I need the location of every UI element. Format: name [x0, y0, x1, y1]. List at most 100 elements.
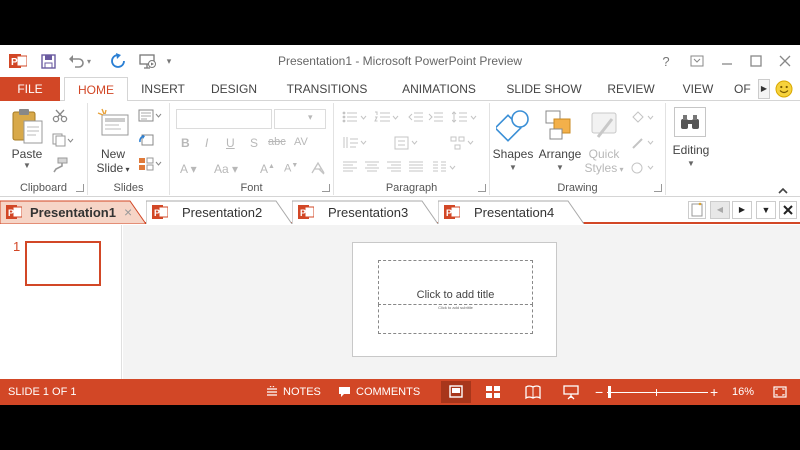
font-launcher-icon[interactable] — [322, 184, 330, 192]
doc-tab-4[interactable]: P Presentation4 — [438, 200, 584, 224]
quick-styles-dropdown-icon[interactable]: ▾ — [617, 165, 623, 174]
slide-canvas[interactable]: Click to add title Click to add subtitle — [352, 242, 557, 357]
paste-dropdown-icon[interactable]: ▼ — [6, 161, 48, 170]
arrange-icon[interactable] — [542, 107, 576, 143]
editing-dropdown-icon[interactable]: ▼ — [666, 159, 716, 168]
quick-styles-icon[interactable] — [588, 109, 620, 143]
minimize-icon[interactable] — [716, 51, 738, 71]
numbering-icon[interactable] — [374, 111, 400, 126]
fit-slide-to-window-icon[interactable] — [772, 384, 788, 400]
new-slide-label-1[interactable]: New — [90, 147, 136, 161]
text-shadow-icon[interactable]: S — [250, 136, 258, 150]
increase-indent-icon[interactable] — [428, 111, 444, 126]
shape-outline-icon[interactable] — [630, 136, 656, 153]
format-painter-icon[interactable] — [52, 157, 68, 176]
tab-transitions[interactable]: TRANSITIONS — [283, 77, 371, 101]
quick-styles-button[interactable]: Styles ▾ — [582, 161, 626, 175]
shapes-dropdown-icon[interactable]: ▼ — [490, 163, 536, 172]
character-spacing-icon[interactable]: AV — [294, 136, 308, 148]
tab-design[interactable]: DESIGN — [206, 77, 262, 101]
smiley-feedback-icon[interactable] — [775, 80, 793, 98]
subtitle-placeholder[interactable]: Click to add subtitle — [378, 304, 533, 334]
new-slide-dropdown-icon[interactable]: ▾ — [123, 165, 129, 174]
help-button[interactable]: ? — [655, 51, 677, 71]
shapes-button[interactable]: Shapes — [490, 147, 536, 161]
zoom-out-button[interactable]: − — [595, 379, 603, 405]
paragraph-launcher-icon[interactable] — [478, 184, 486, 192]
slide-show-icon[interactable] — [562, 384, 580, 400]
new-slide-icon[interactable] — [96, 107, 130, 141]
ribbon-display-options-icon[interactable] — [686, 51, 708, 71]
title-placeholder[interactable]: Click to add title — [378, 260, 533, 305]
cut-icon[interactable] — [52, 109, 68, 126]
arrange-button[interactable]: Arrange — [536, 147, 584, 161]
zoom-slider-track[interactable] — [607, 392, 708, 393]
arrange-dropdown-icon[interactable]: ▼ — [536, 163, 584, 172]
justify-icon[interactable] — [408, 161, 424, 176]
find-binoculars-icon[interactable] — [674, 107, 706, 137]
align-left-icon[interactable] — [342, 161, 358, 176]
drawing-launcher-icon[interactable] — [654, 184, 662, 192]
reading-view-icon[interactable] — [524, 384, 542, 400]
decrease-indent-icon[interactable] — [408, 111, 424, 126]
zoom-slider-thumb[interactable] — [608, 386, 611, 398]
tab-list-dropdown-icon[interactable]: ▼ — [756, 201, 776, 219]
scroll-tabs-right-icon[interactable]: ▶ — [732, 201, 752, 219]
doc-tab-1[interactable]: P Presentation1 × — [0, 200, 146, 224]
bullets-icon[interactable] — [342, 111, 368, 126]
quick-styles-label-1[interactable]: Quick — [584, 147, 624, 161]
tab-insert[interactable]: INSERT — [138, 77, 188, 101]
tab-scroll-right-icon[interactable]: ▶ — [758, 79, 770, 99]
reset-slide-icon[interactable] — [138, 133, 154, 150]
editing-button[interactable]: Editing — [662, 143, 720, 157]
comments-button[interactable]: COMMENTS — [338, 379, 420, 405]
font-size-dropdown-icon[interactable]: ▾ — [308, 112, 313, 123]
clipboard-launcher-icon[interactable] — [76, 184, 84, 192]
slide-sorter-icon[interactable] — [484, 384, 502, 400]
columns-icon[interactable] — [432, 161, 458, 176]
tab-file[interactable]: FILE — [0, 77, 60, 101]
tab-home[interactable]: HOME — [64, 77, 128, 102]
tab-view[interactable]: VIEW — [676, 77, 720, 101]
bold-icon[interactable]: B — [181, 136, 190, 150]
paste-button[interactable]: Paste — [6, 147, 48, 161]
zoom-level[interactable]: 16% — [732, 379, 754, 405]
doc-tab-3[interactable]: P Presentation3 — [292, 200, 438, 224]
new-slide-button[interactable]: Slide ▾ — [90, 161, 136, 175]
normal-view-button[interactable] — [441, 381, 471, 403]
change-case-icon[interactable]: Aa ▾ — [214, 162, 238, 176]
close-tab-icon[interactable]: × — [124, 204, 132, 220]
shape-effects-icon[interactable] — [630, 161, 656, 178]
text-direction-icon[interactable] — [342, 136, 368, 153]
slide-thumbnail[interactable] — [25, 241, 101, 286]
increase-font-size-icon[interactable]: A▲ — [260, 162, 275, 176]
align-right-icon[interactable] — [386, 161, 402, 176]
align-text-icon[interactable] — [394, 136, 420, 153]
decrease-font-size-icon[interactable]: A▼ — [284, 162, 298, 175]
copy-icon[interactable] — [52, 133, 74, 150]
close-all-tabs-icon[interactable] — [779, 201, 797, 219]
shape-fill-icon[interactable] — [630, 111, 656, 128]
tab-overflow[interactable]: OF — [734, 77, 760, 101]
strikethrough-icon[interactable]: abc — [268, 136, 286, 148]
font-name-combobox[interactable] — [176, 109, 272, 129]
doc-tab-2[interactable]: P Presentation2 — [146, 200, 292, 224]
tab-animations[interactable]: ANIMATIONS — [395, 77, 483, 101]
convert-to-smartart-icon[interactable] — [450, 136, 476, 153]
italic-icon[interactable]: I — [205, 136, 208, 150]
underline-icon[interactable]: U — [226, 136, 235, 150]
tab-review[interactable]: REVIEW — [604, 77, 658, 101]
tab-slide-show[interactable]: SLIDE SHOW — [503, 77, 585, 101]
new-document-tab-icon[interactable] — [688, 201, 706, 219]
shapes-icon[interactable] — [494, 107, 530, 143]
line-spacing-icon[interactable] — [451, 111, 478, 126]
clear-formatting-icon[interactable] — [310, 161, 326, 178]
slide-thumbnail-pane[interactable]: 1 — [0, 225, 122, 379]
notes-button[interactable]: NOTES — [266, 379, 321, 405]
scroll-tabs-left-icon[interactable]: ◀ — [710, 201, 730, 219]
align-center-icon[interactable] — [364, 161, 380, 176]
paste-icon[interactable] — [10, 107, 44, 145]
section-icon[interactable] — [138, 157, 162, 174]
zoom-in-button[interactable]: + — [710, 379, 718, 405]
close-icon[interactable] — [774, 51, 796, 71]
